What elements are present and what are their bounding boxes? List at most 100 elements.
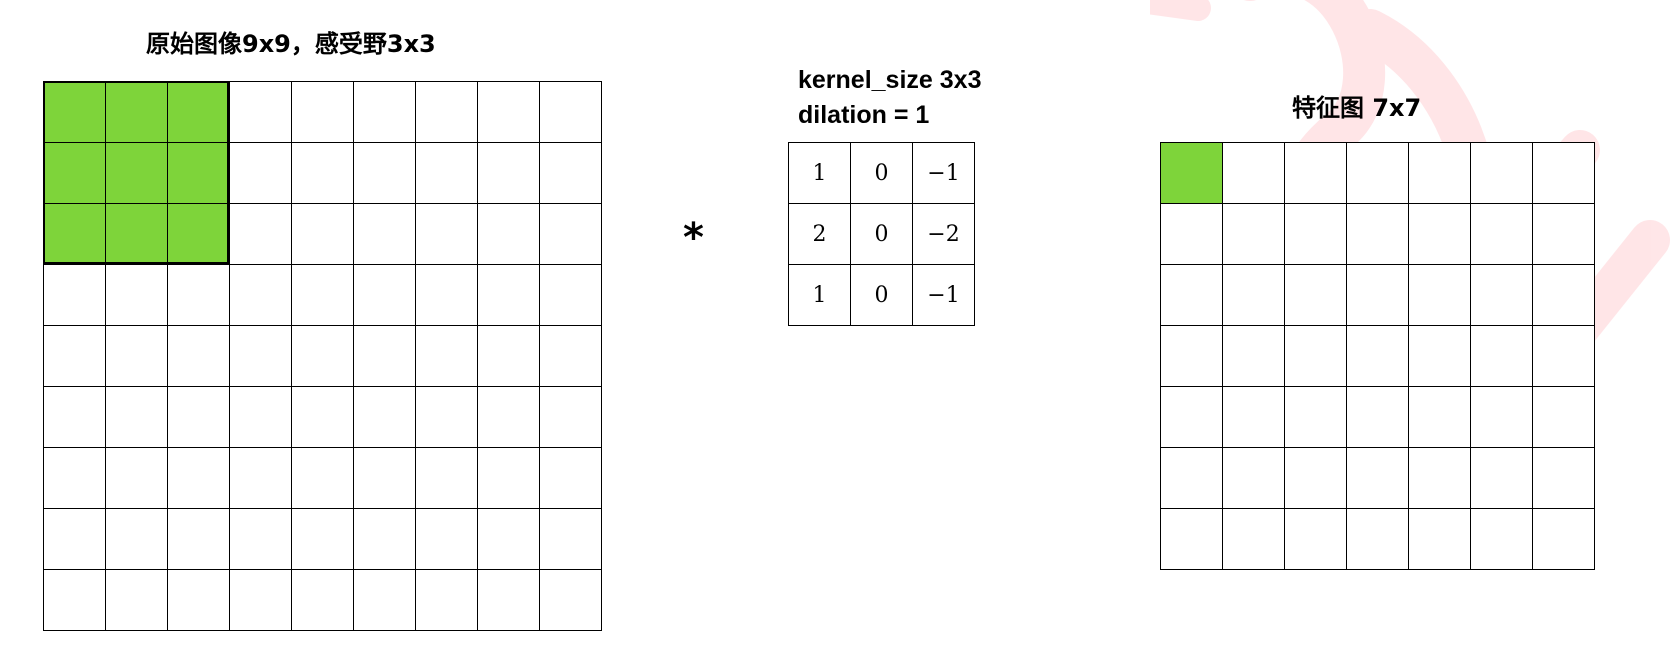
output-cell xyxy=(1471,265,1533,326)
output-cell xyxy=(1285,387,1347,448)
input-cell xyxy=(168,326,230,387)
input-cell xyxy=(478,265,540,326)
output-cell xyxy=(1409,143,1471,204)
input-cell xyxy=(230,570,292,631)
input-title: 原始图像9x9，感受野3x3 xyxy=(146,30,436,58)
output-cell xyxy=(1347,387,1409,448)
input-cell xyxy=(292,570,354,631)
output-cell xyxy=(1471,448,1533,509)
convolution-operator: * xyxy=(683,215,704,261)
input-cell xyxy=(416,82,478,143)
input-cell xyxy=(354,448,416,509)
output-cell xyxy=(1471,509,1533,570)
diagram-canvas: 原始图像9x9，感受野3x3 * kernel_size 3x3 dilatio… xyxy=(0,0,1674,670)
input-cell xyxy=(478,570,540,631)
output-cell xyxy=(1285,204,1347,265)
output-cell xyxy=(1471,387,1533,448)
output-cell xyxy=(1285,143,1347,204)
output-cell xyxy=(1471,143,1533,204)
output-cell xyxy=(1347,204,1409,265)
input-cell xyxy=(168,204,230,265)
input-cell xyxy=(540,387,602,448)
input-cell xyxy=(354,204,416,265)
input-cell xyxy=(168,387,230,448)
input-cell xyxy=(292,204,354,265)
output-cell xyxy=(1161,204,1223,265)
input-cell xyxy=(416,204,478,265)
input-cell xyxy=(354,326,416,387)
output-cell xyxy=(1471,326,1533,387)
output-cell xyxy=(1285,326,1347,387)
kernel-cell: −1 xyxy=(913,143,975,204)
output-cell xyxy=(1161,509,1223,570)
kernel-cell: 1 xyxy=(789,143,851,204)
output-cell xyxy=(1409,387,1471,448)
input-cell xyxy=(230,143,292,204)
input-cell xyxy=(106,204,168,265)
input-cell xyxy=(168,448,230,509)
input-grid xyxy=(43,81,602,631)
output-cell xyxy=(1347,326,1409,387)
output-cell xyxy=(1533,326,1595,387)
output-cell xyxy=(1223,326,1285,387)
input-cell xyxy=(478,326,540,387)
output-cell xyxy=(1161,448,1223,509)
input-cell xyxy=(168,509,230,570)
input-cell xyxy=(416,265,478,326)
input-cell xyxy=(168,143,230,204)
input-cell xyxy=(416,509,478,570)
input-cell xyxy=(230,82,292,143)
input-cell xyxy=(292,82,354,143)
output-cell xyxy=(1409,204,1471,265)
input-cell xyxy=(230,204,292,265)
output-cell xyxy=(1285,448,1347,509)
input-cell xyxy=(44,82,106,143)
input-cell xyxy=(168,82,230,143)
input-cell xyxy=(292,509,354,570)
input-cell xyxy=(478,448,540,509)
input-cell xyxy=(230,387,292,448)
output-cell xyxy=(1533,509,1595,570)
kernel-cell: −1 xyxy=(913,265,975,326)
input-cell xyxy=(354,143,416,204)
output-cell xyxy=(1533,204,1595,265)
input-cell xyxy=(230,509,292,570)
input-cell xyxy=(106,82,168,143)
input-cell xyxy=(354,265,416,326)
kernel-cell: 0 xyxy=(851,265,913,326)
input-cell xyxy=(292,448,354,509)
output-cell xyxy=(1223,448,1285,509)
output-cell xyxy=(1285,509,1347,570)
output-cell xyxy=(1285,265,1347,326)
kernel-cell: 2 xyxy=(789,204,851,265)
input-cell xyxy=(168,570,230,631)
input-cell xyxy=(168,265,230,326)
input-cell xyxy=(292,265,354,326)
output-cell xyxy=(1347,448,1409,509)
input-cell xyxy=(540,82,602,143)
input-cell xyxy=(478,82,540,143)
input-cell xyxy=(44,570,106,631)
input-cell xyxy=(416,448,478,509)
kernel-size-label: kernel_size 3x3 xyxy=(798,66,982,94)
output-cell xyxy=(1409,448,1471,509)
input-cell xyxy=(540,265,602,326)
input-cell xyxy=(416,570,478,631)
input-cell xyxy=(540,448,602,509)
output-cell xyxy=(1223,204,1285,265)
input-cell xyxy=(230,326,292,387)
input-cell xyxy=(106,387,168,448)
input-cell xyxy=(292,387,354,448)
dilation-label: dilation = 1 xyxy=(798,101,930,129)
input-cell xyxy=(106,143,168,204)
input-cell xyxy=(106,326,168,387)
output-cell xyxy=(1161,387,1223,448)
output-cell xyxy=(1409,326,1471,387)
input-cell xyxy=(478,387,540,448)
input-cell xyxy=(478,204,540,265)
input-cell xyxy=(540,326,602,387)
output-cell xyxy=(1223,509,1285,570)
output-cell xyxy=(1223,143,1285,204)
output-cell xyxy=(1161,326,1223,387)
input-cell xyxy=(354,570,416,631)
